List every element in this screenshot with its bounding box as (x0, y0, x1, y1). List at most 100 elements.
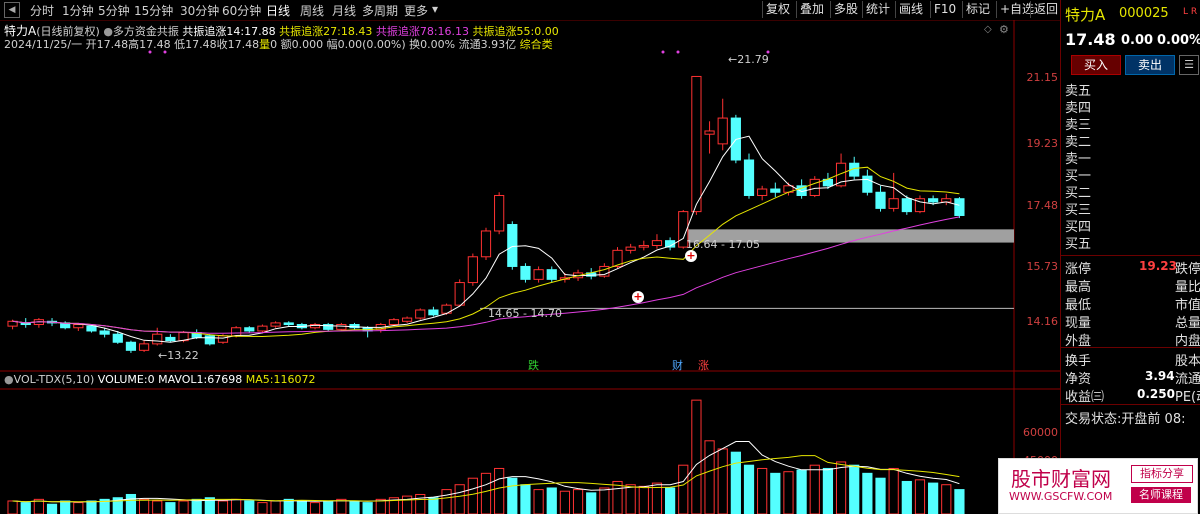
volume-bar (665, 487, 676, 514)
eps-value: 0.250 (1137, 387, 1175, 401)
menu-icon[interactable]: ☰ (1179, 55, 1199, 75)
status-time: 08: (1164, 412, 1186, 427)
watermark-url: WWW.GSCFW.COM (1009, 490, 1113, 503)
low-mark-value: 13.22 (167, 349, 199, 362)
toolbar-button[interactable]: 叠加 (796, 1, 827, 18)
period-tab[interactable]: 15分钟 (134, 2, 173, 19)
toolbar-button[interactable]: 多股 (830, 1, 861, 18)
period-tab[interactable]: 5分钟 (98, 2, 130, 19)
volume-bar (375, 498, 386, 514)
volume-bar (349, 500, 360, 514)
candle-body (862, 175, 873, 193)
volume-bar (691, 399, 702, 514)
volume-axis-label: 60000 (1023, 426, 1058, 439)
turn-value: 0.00% (420, 38, 456, 51)
candle-body (112, 333, 123, 343)
candle-body (231, 327, 242, 337)
float-label: 流通 (458, 38, 481, 51)
volume-bar (178, 500, 189, 514)
ohlc-info-line: 2024/11/25/一 开17.48高17.48 低17.48收17.48量0… (4, 36, 553, 52)
info-date: 2024/11/25/一 (4, 38, 83, 51)
watermark-title: 股市财富网 (1011, 467, 1111, 491)
candle-body (415, 309, 426, 319)
volume-bar (914, 479, 926, 514)
volume-bar (625, 484, 636, 514)
toolbar-button[interactable]: 复权 (762, 1, 793, 18)
volume-bar (428, 497, 439, 514)
amt-value: 0.000 (291, 38, 324, 51)
price-axis-label: 14.16 (1026, 315, 1059, 328)
rp-flags: L R (1183, 7, 1198, 17)
volume-bar (336, 498, 347, 514)
ma5-label: MA5: (245, 373, 274, 386)
nav-left-icon[interactable]: ◀ (4, 2, 20, 18)
period-tab[interactable]: 多周期 (362, 2, 398, 19)
open-label: 开 (85, 38, 97, 51)
toolbar-button[interactable]: F10 (930, 1, 959, 18)
volume-bar (441, 489, 452, 514)
period-tab[interactable]: 周线 (300, 2, 324, 19)
period-tab[interactable]: 30分钟 (180, 2, 219, 19)
volume-bar (7, 500, 18, 514)
volume-bar (125, 493, 137, 514)
volume-bar (152, 500, 163, 514)
volume-bar (217, 500, 229, 514)
tag-zhang[interactable]: 涨 (698, 357, 709, 373)
divider (1061, 404, 1200, 405)
mavol1-label: MAVOL1: (158, 373, 208, 386)
period-tab[interactable]: 更多 (404, 2, 428, 19)
volume-bar (60, 500, 71, 514)
toolbar-button[interactable]: 画线 (895, 1, 926, 18)
gear-icon[interactable]: ⚙ (999, 23, 1009, 36)
toolbar-button[interactable]: 统计 (862, 1, 893, 18)
diamond-icon[interactable]: ◇ (984, 24, 992, 35)
tag-die[interactable]: 跌 (528, 357, 539, 373)
open-value: 17.48 (96, 38, 129, 51)
volume-bar (783, 471, 794, 514)
volume-label: VOLUME: (97, 373, 148, 386)
candle-body (244, 327, 255, 332)
price-axis-label: 19.23 (1026, 137, 1059, 150)
period-tab[interactable]: 60分钟 (222, 2, 261, 19)
range-label-1: 16.64 - 17.05 (686, 238, 760, 251)
period-tab[interactable]: 1分钟 (62, 2, 94, 19)
volume-bar (717, 448, 728, 514)
watermark-logo: 股市财富网 WWW.GSCFW.COM 指标分享 名师课程 (998, 458, 1198, 514)
candle-body (494, 194, 505, 232)
toolbar-button[interactable]: 返回 (1030, 1, 1061, 18)
plus-circle-icon[interactable]: + (685, 250, 697, 262)
candle-body (125, 341, 137, 351)
plus-circle-icon[interactable]: + (632, 291, 644, 303)
candle-body (533, 269, 544, 280)
signal-dot (676, 50, 680, 54)
candle-body (901, 198, 912, 213)
high-label: 高 (128, 38, 140, 51)
candle-body (467, 256, 478, 284)
volume-bar (572, 489, 584, 514)
candle-body (217, 335, 229, 343)
candle-body (888, 198, 899, 209)
toolbar-button[interactable]: 标记 (962, 1, 993, 18)
high-marker: ←21.79 (728, 53, 769, 66)
vol-ratio-label: 量比 (1175, 280, 1200, 295)
now-vol-label: 现量 (1065, 316, 1092, 331)
candle-body (875, 191, 886, 209)
low-label: 低 (174, 38, 186, 51)
category-label: 综合类 (519, 38, 553, 51)
net-assets-label: 净资 (1065, 372, 1092, 387)
volume-value: 0 (147, 373, 155, 386)
volume-bar (257, 502, 268, 514)
sell-button[interactable]: 卖出 (1125, 55, 1175, 75)
period-tab[interactable]: 分时 (30, 2, 54, 19)
period-tab[interactable]: 日线 (266, 2, 290, 19)
vol-label: 量 (259, 38, 271, 51)
period-toolbar: ◀ ▶ 分时1分钟5分钟15分钟30分钟60分钟日线周线月线多周期更多▾ 复权叠… (0, 0, 1060, 21)
period-tab[interactable]: 月线 (332, 2, 356, 19)
ma5-value: 116072 (273, 373, 316, 386)
tag-cai[interactable]: 财 (672, 357, 683, 373)
divider (1061, 347, 1200, 348)
buy-button[interactable]: 买入 (1071, 55, 1121, 75)
volume-bar (46, 503, 58, 514)
kline-chart[interactable] (0, 20, 1060, 514)
more-dropdown-icon[interactable]: ▾ (432, 2, 438, 16)
